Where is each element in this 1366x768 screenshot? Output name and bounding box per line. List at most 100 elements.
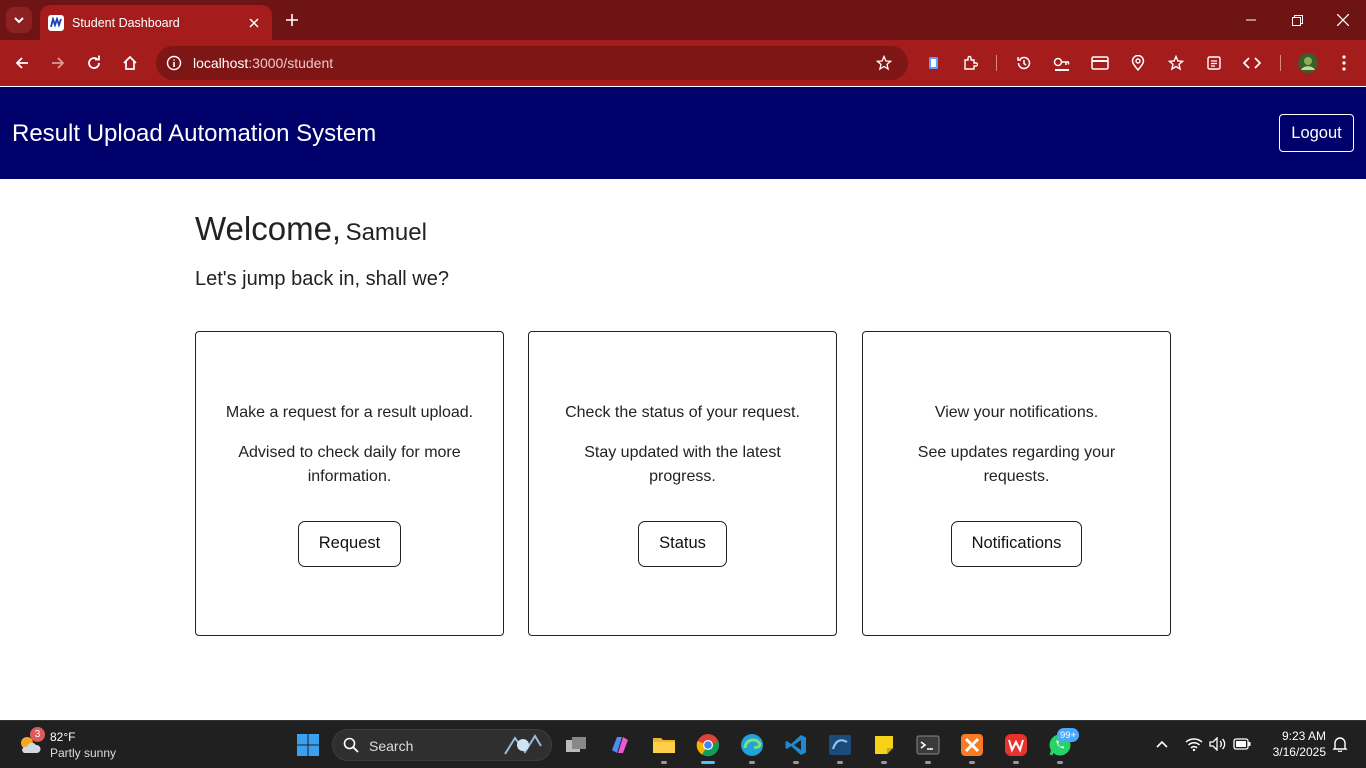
task-view-button[interactable] (560, 729, 592, 761)
minimize-button[interactable] (1228, 0, 1274, 40)
weather-badge: 3 (30, 727, 45, 742)
reading-list-button[interactable] (1200, 49, 1228, 77)
close-window-button[interactable] (1320, 0, 1366, 40)
wps-office-icon (1005, 734, 1027, 756)
edge-icon (741, 734, 763, 756)
windows-logo-icon (297, 734, 319, 756)
sticky-notes-button[interactable] (868, 729, 900, 764)
vscode-icon (785, 735, 806, 755)
status-button[interactable]: Status (638, 520, 727, 567)
welcome-subtitle: Let's jump back in, shall we? (195, 268, 449, 290)
bookmarks-button[interactable] (1162, 49, 1190, 77)
password-manager-button[interactable] (1048, 49, 1076, 77)
running-indicator (969, 761, 975, 764)
file-explorer-button[interactable] (648, 729, 680, 764)
xampp-taskbar-button[interactable] (956, 729, 988, 764)
logout-button[interactable]: Logout (1279, 114, 1354, 152)
running-indicator (1013, 761, 1019, 764)
home-button[interactable] (116, 49, 144, 77)
tab-close-icon[interactable] (244, 13, 264, 33)
chrome-menu-button[interactable] (1330, 49, 1358, 77)
wifi-status[interactable] (1184, 734, 1204, 754)
addresses-button[interactable] (1124, 49, 1152, 77)
tab-title: Student Dashboard (72, 15, 180, 30)
url-host: localhost (193, 55, 249, 71)
request-button[interactable]: Request (297, 520, 402, 567)
chevron-up-icon (1156, 740, 1168, 748)
wifi-icon (1185, 738, 1203, 751)
running-indicator (881, 761, 887, 764)
running-indicator (661, 761, 667, 764)
key-icon (1053, 57, 1070, 71)
edge-taskbar-button[interactable] (736, 729, 768, 764)
browser-toolbar: localhost:3000/student (0, 40, 1366, 86)
running-indicator (793, 761, 799, 764)
wps-office-button[interactable] (1000, 729, 1032, 764)
copilot-button[interactable] (604, 729, 636, 761)
start-button[interactable] (292, 729, 324, 761)
back-button[interactable] (8, 49, 36, 77)
reload-button[interactable] (80, 49, 108, 77)
toolbar-separator (996, 55, 997, 71)
tab-search-button[interactable] (6, 7, 32, 33)
devtools-button[interactable] (1238, 49, 1266, 77)
address-bar[interactable]: localhost:3000/student (156, 46, 908, 80)
taskbar-clock[interactable]: 9:23 AM 3/16/2025 (1262, 728, 1326, 760)
reading-list-icon (1207, 56, 1221, 70)
weather-description: Partly sunny (50, 746, 117, 760)
card-hint: See updates regarding your requests. (917, 443, 1116, 485)
star-icon[interactable] (876, 55, 892, 71)
payment-methods-button[interactable] (1086, 49, 1114, 77)
vscode-taskbar-button[interactable] (780, 729, 812, 764)
running-indicator (749, 761, 755, 764)
chrome-taskbar-button[interactable] (692, 729, 724, 764)
notifications-button[interactable]: Notifications (950, 520, 1083, 567)
terminal-taskbar-button[interactable] (912, 729, 944, 764)
database-tool-icon (829, 735, 851, 755)
notifications-card: View your notifications. See updates reg… (862, 331, 1171, 636)
weather-widget[interactable]: 3 82°F Partly sunny (16, 727, 136, 763)
request-card: Make a request for a result upload. Advi… (195, 331, 504, 636)
active-indicator (701, 761, 715, 764)
show-hidden-icons-button[interactable] (1152, 734, 1172, 754)
clock-date: 3/16/2025 (1272, 745, 1326, 759)
home-icon (123, 55, 137, 70)
restore-button[interactable] (1274, 0, 1320, 40)
document-extension-icon (929, 57, 938, 69)
puzzle-icon (964, 55, 978, 70)
clock-time: 9:23 AM (1281, 729, 1326, 743)
credit-card-icon (1091, 56, 1109, 70)
mysql-workbench-button[interactable] (824, 729, 856, 764)
new-tab-button[interactable] (280, 8, 304, 32)
terminal-icon (916, 735, 940, 755)
extension-docs-button[interactable] (920, 49, 948, 77)
status-card: Check the status of your request. Stay u… (528, 331, 837, 636)
taskbar-search[interactable]: Search (332, 729, 552, 761)
chrome-icon (696, 734, 720, 757)
browser-titlebar: Student Dashboard (0, 0, 1366, 40)
weather-temperature: 82°F (50, 730, 76, 744)
history-button[interactable] (1010, 49, 1038, 77)
close-icon (1337, 14, 1349, 26)
volume-status[interactable] (1208, 734, 1228, 754)
arrow-left-icon (15, 57, 28, 69)
code-icon (1243, 57, 1261, 69)
forward-button[interactable] (44, 49, 72, 77)
volume-icon (1209, 737, 1226, 751)
tab-student-dashboard[interactable]: Student Dashboard (40, 5, 272, 40)
notification-center-button[interactable] (1330, 734, 1350, 754)
extensions-button[interactable] (956, 49, 984, 77)
welcome-heading: Welcome, Samuel (195, 210, 427, 248)
star-list-icon (1168, 55, 1184, 71)
sticky-note-icon (875, 736, 893, 754)
kebab-menu-icon (1342, 55, 1346, 71)
profile-button[interactable] (1294, 49, 1322, 77)
app-title: Result Upload Automation System (12, 120, 377, 147)
battery-status[interactable] (1232, 734, 1252, 754)
url-path: :3000/student (248, 55, 334, 71)
card-description: Make a request for a result upload. (225, 403, 474, 421)
plus-icon (286, 14, 298, 26)
toolbar-separator (1280, 55, 1281, 71)
card-description: View your notifications. (934, 403, 1099, 421)
task-view-icon (566, 737, 586, 752)
